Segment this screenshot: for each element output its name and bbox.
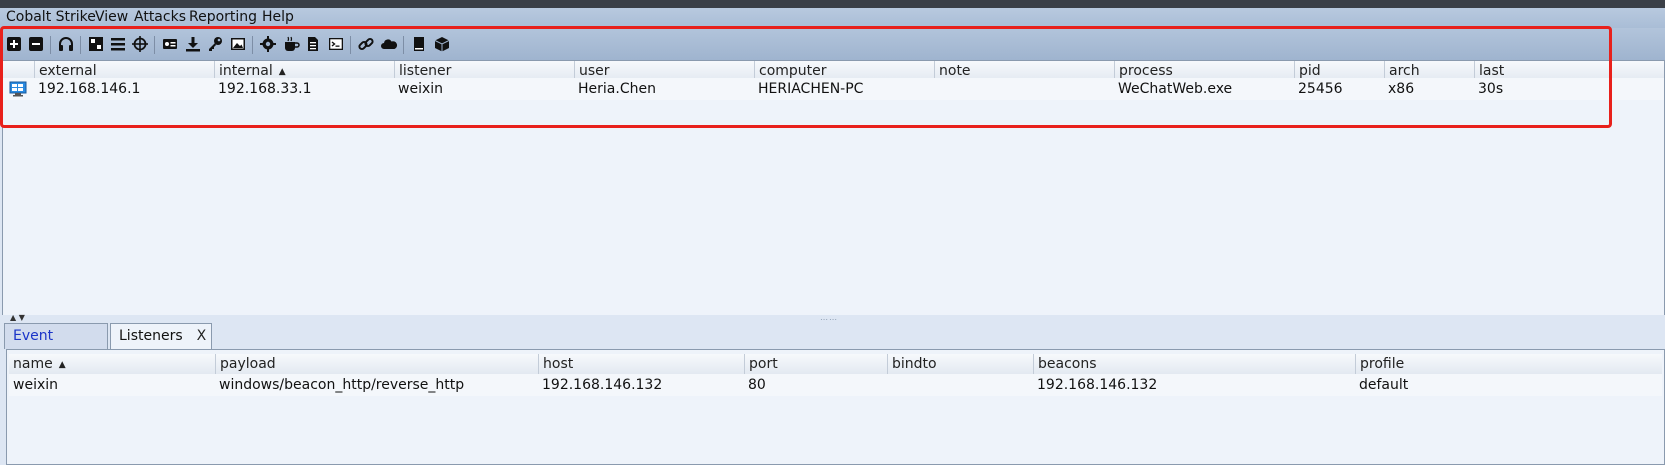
column-header-name[interactable]: name ▲ — [9, 354, 215, 374]
toolbar-separator — [154, 36, 155, 54]
column-label: internal — [219, 63, 273, 79]
beacon-table: external internal ▲ listener user compute… — [2, 60, 1665, 316]
column-label: note — [939, 63, 971, 79]
cell-payload: windows/beacon_http/reverse_http — [219, 377, 465, 393]
pivot-graph-icon[interactable] — [87, 35, 105, 53]
cell-bindto — [887, 374, 1033, 396]
document-icon[interactable] — [304, 35, 322, 53]
menu-cobalt-strike[interactable]: Cobalt Strike — [6, 9, 96, 25]
toolbar-separator — [350, 36, 351, 54]
console-icon[interactable] — [327, 35, 345, 53]
column-header-port[interactable]: port — [744, 354, 887, 374]
gear-icon[interactable] — [259, 35, 277, 53]
cell-profile: default — [1359, 377, 1409, 393]
book-icon[interactable] — [410, 35, 428, 53]
column-label: listener — [399, 63, 452, 79]
cell-host: 192.168.146.132 — [542, 377, 663, 393]
cell-arch: x86 — [1388, 81, 1415, 97]
column-header-host[interactable]: host — [538, 354, 744, 374]
cell-note — [934, 78, 1114, 100]
download-icon[interactable] — [184, 35, 202, 53]
menu-bar: Cobalt Strike View Attacks Reporting Hel… — [0, 8, 1665, 28]
cube-icon[interactable] — [433, 35, 451, 53]
sort-ascending-icon: ▲ — [58, 360, 66, 370]
toolbar — [0, 28, 1665, 61]
column-label: port — [749, 356, 778, 372]
toolbar-separator — [403, 36, 404, 54]
cell-pid: 25456 — [1298, 81, 1343, 97]
screenshot-icon[interactable] — [229, 35, 247, 53]
cell-beacons: 192.168.146.132 — [1037, 377, 1158, 393]
toolbar-separator — [50, 36, 51, 54]
window-top-strip — [0, 0, 1665, 8]
column-label: last — [1479, 63, 1505, 79]
cell-listener: weixin — [398, 81, 444, 97]
column-label: name — [13, 356, 53, 372]
column-header-profile[interactable]: profile — [1355, 354, 1562, 374]
column-label: computer — [759, 63, 827, 79]
cell-name: weixin — [13, 377, 59, 393]
column-label: process — [1119, 63, 1173, 79]
tab-bar: Event LogX Listeners X — [0, 323, 1665, 368]
column-header-bindto[interactable]: bindto — [887, 354, 1033, 374]
coffee-icon[interactable] — [282, 35, 300, 53]
disconnect-icon[interactable] — [27, 35, 45, 53]
column-label: pid — [1299, 63, 1321, 79]
new-connection-icon[interactable] — [5, 35, 23, 53]
session-table-icon[interactable] — [109, 35, 127, 53]
column-label: host — [543, 356, 574, 372]
target-icon[interactable] — [131, 35, 149, 53]
column-label: beacons — [1038, 356, 1097, 372]
cell-port: 80 — [748, 377, 766, 393]
credentials-icon[interactable] — [161, 35, 179, 53]
sort-ascending-icon: ▲ — [278, 67, 286, 77]
column-label: external — [39, 63, 97, 79]
close-tab-button[interactable]: X — [197, 328, 207, 344]
tab-label: Listeners — [119, 328, 183, 344]
toolbar-separator — [252, 36, 253, 54]
listeners-table-header: name ▲ payload host port bindto beacons p… — [9, 354, 1662, 375]
cloud-icon[interactable] — [380, 35, 398, 53]
key-icon[interactable] — [206, 35, 224, 53]
cell-process: WeChatWeb.exe — [1118, 81, 1233, 97]
table-row[interactable]: 192.168.146.1 192.168.33.1 weixin Heria.… — [3, 78, 1664, 100]
menu-attacks[interactable]: Attacks — [134, 9, 186, 25]
column-header-payload[interactable]: payload — [215, 354, 538, 374]
tab-listeners[interactable]: Listeners X — [110, 323, 212, 350]
cell-last: 30s — [1478, 81, 1504, 97]
column-label: arch — [1389, 63, 1420, 79]
link-icon[interactable] — [357, 35, 375, 53]
windows-host-icon — [7, 78, 34, 100]
headphones-icon[interactable] — [57, 35, 75, 53]
cell-internal: 192.168.33.1 — [218, 81, 312, 97]
cell-computer: HERIACHEN-PC — [758, 81, 864, 97]
splitter-arrows-icon[interactable]: ▲ ▼ — [10, 313, 25, 322]
listeners-table: name ▲ payload host port bindto beacons p… — [6, 349, 1665, 465]
column-header-beacons[interactable]: beacons — [1033, 354, 1355, 374]
menu-view[interactable]: View — [95, 9, 128, 25]
menu-reporting[interactable]: Reporting — [189, 9, 257, 25]
column-label: profile — [1360, 356, 1405, 372]
menu-help[interactable]: Help — [262, 9, 294, 25]
cell-external: 192.168.146.1 — [38, 81, 141, 97]
column-label: payload — [220, 356, 276, 372]
tab-event-log[interactable]: Event LogX — [4, 323, 108, 368]
toolbar-separator — [80, 36, 81, 54]
column-label: bindto — [892, 356, 937, 372]
table-row[interactable]: weixin windows/beacon_http/reverse_http … — [9, 374, 1662, 396]
column-label: user — [579, 63, 610, 79]
cell-user: Heria.Chen — [578, 81, 656, 97]
